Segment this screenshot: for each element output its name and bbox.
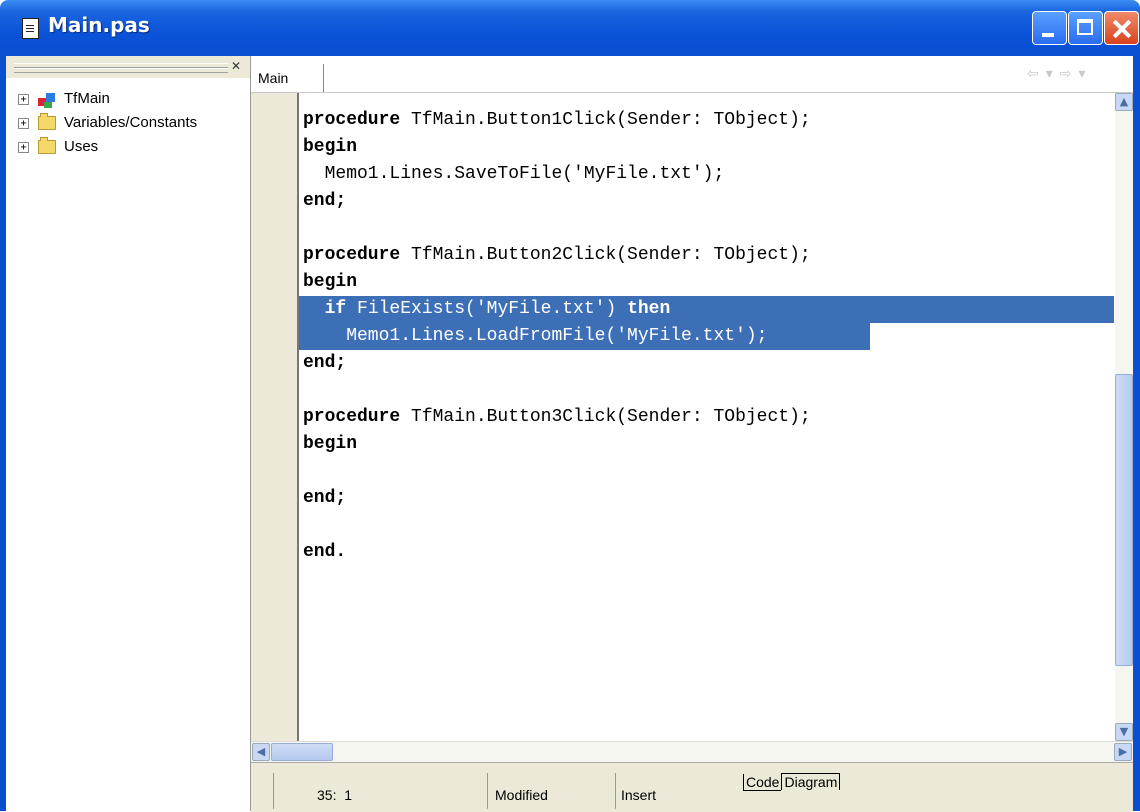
title-bar[interactable]: Main.pas	[0, 0, 1140, 56]
scroll-right-icon[interactable]: ▶	[1114, 743, 1132, 761]
minimize-button[interactable]	[1032, 11, 1067, 45]
code-line[interactable]: if FileExists('MyFile.txt') then	[303, 296, 671, 323]
maximize-button[interactable]	[1068, 11, 1103, 45]
code-keyword: begin	[303, 434, 358, 454]
window-frame-right	[1133, 56, 1140, 811]
code-line[interactable]: end.	[303, 539, 346, 566]
code-text: TfMain.Button3Click(Sender: TObject);	[400, 407, 811, 427]
horizontal-scroll-thumb[interactable]	[271, 743, 333, 761]
code-explorer-panel: ✕ + TfMain + Variables/Constants + Uses	[6, 56, 251, 811]
code-line[interactable]: begin	[303, 269, 357, 296]
insert-mode-panel: Insert	[615, 773, 736, 809]
insert-mode-status: Insert	[621, 787, 657, 803]
code-text: Memo1.Lines.SaveToFile('MyFile.txt');	[303, 164, 725, 184]
code-text: TfMain.Button2Click(Sender: TObject);	[400, 245, 811, 265]
code-keyword: end;	[303, 353, 347, 373]
editor-gutter[interactable]	[251, 93, 299, 741]
document-icon	[22, 18, 39, 39]
scroll-left-icon[interactable]: ◀	[252, 743, 270, 761]
code-line[interactable]: begin	[303, 134, 357, 161]
modified-panel: Modified	[487, 773, 610, 809]
code-line[interactable]: procedure TfMain.Button2Click(Sender: TO…	[303, 242, 811, 269]
forward-dropdown-icon[interactable]: ▾	[1079, 66, 1086, 82]
expand-icon[interactable]: +	[18, 94, 29, 105]
code-text: Memo1.Lines.LoadFromFile('MyFile.txt');	[303, 326, 768, 346]
code-keyword: procedure	[303, 245, 401, 265]
scroll-down-icon[interactable]: ▼	[1115, 723, 1133, 741]
cursor-position: 35: 1	[317, 787, 353, 803]
code-keyword: end.	[303, 542, 347, 562]
code-keyword: begin	[303, 137, 358, 157]
cursor-position-panel: 35: 1	[273, 773, 364, 809]
code-line[interactable]: end;	[303, 188, 346, 215]
code-keyword: end;	[303, 488, 347, 508]
code-line[interactable]: procedure TfMain.Button1Click(Sender: TO…	[303, 107, 811, 134]
horizontal-scrollbar[interactable]: ◀ ▶	[251, 741, 1133, 762]
expand-icon[interactable]: +	[18, 118, 29, 129]
window-title: Main.pas	[48, 13, 150, 37]
code-line[interactable]: begin	[303, 431, 357, 458]
tree-item-label: TfMain	[64, 90, 110, 107]
modified-status: Modified	[495, 787, 548, 803]
code-keyword: begin	[303, 272, 358, 292]
close-button[interactable]	[1104, 11, 1139, 45]
code-line[interactable]: procedure TfMain.Button3Click(Sender: TO…	[303, 404, 811, 431]
vertical-scrollbar[interactable]: ▲ ▼	[1115, 93, 1133, 741]
tab-code[interactable]: Code	[743, 774, 782, 791]
code-keyword: end;	[303, 191, 347, 211]
tab-diagram[interactable]: Diagram	[781, 773, 841, 790]
tab-label: Main	[258, 70, 289, 86]
status-bar: 35: 1 Modified Insert Code Diagram	[251, 762, 1133, 812]
code-line[interactable]: Memo1.Lines.LoadFromFile('MyFile.txt');	[303, 323, 767, 350]
view-tabs: Code Diagram	[743, 773, 841, 791]
scroll-up-icon[interactable]: ▲	[1115, 93, 1133, 111]
panel-header: ✕	[6, 56, 250, 78]
tree-item-label: Variables/Constants	[64, 114, 198, 131]
folder-icon	[38, 113, 56, 130]
expand-icon[interactable]: +	[18, 142, 29, 153]
editor-tab-strip: Main ⇦ ▾ ⇨ ▾	[251, 56, 1133, 93]
code-text: TfMain.Button1Click(Sender: TObject);	[400, 110, 811, 130]
panel-grip-lower	[14, 68, 228, 73]
navigation-arrows: ⇦ ▾ ⇨ ▾	[1027, 66, 1093, 82]
code-line[interactable]: Memo1.Lines.SaveToFile('MyFile.txt');	[303, 161, 725, 188]
code-keyword: procedure	[303, 407, 401, 427]
code-line[interactable]: end;	[303, 350, 346, 377]
code-text: if FileExists('MyFile.txt') then	[324, 299, 671, 319]
panel-close-icon[interactable]: ✕	[231, 60, 241, 72]
class-icon	[38, 92, 56, 108]
back-arrow-icon[interactable]: ⇦	[1027, 66, 1039, 82]
code-keyword: procedure	[303, 110, 401, 130]
forward-arrow-icon[interactable]: ⇨	[1060, 66, 1072, 82]
tab-main[interactable]: Main	[251, 64, 324, 92]
code-line[interactable]: end;	[303, 485, 346, 512]
folder-icon	[38, 137, 56, 154]
code-editor[interactable]: procedure TfMain.Button1Click(Sender: TO…	[299, 93, 1114, 741]
vertical-scroll-thumb[interactable]	[1115, 374, 1133, 666]
back-dropdown-icon[interactable]: ▾	[1046, 66, 1053, 82]
tree-item-label: Uses	[64, 138, 99, 155]
